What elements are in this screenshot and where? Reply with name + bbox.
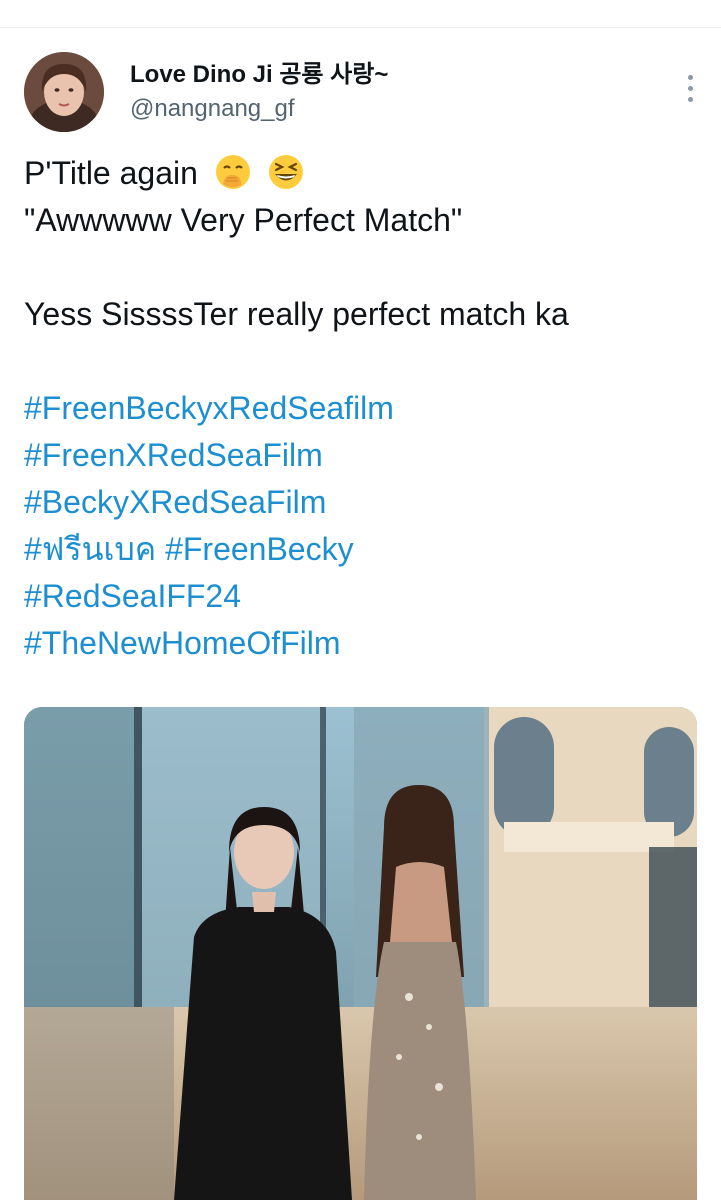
hashtag-link[interactable]: #FreenBecky bbox=[165, 531, 354, 567]
avatar[interactable] bbox=[24, 52, 104, 132]
hashtag-link[interactable]: #FreenBeckyxRedSeafilm bbox=[24, 385, 704, 432]
tweet-line-3: Yess SissssTer really perfect match ka bbox=[24, 296, 569, 332]
tweet-header: Love Dino Ji 공룡 사랑~ @nangnang_gf bbox=[24, 52, 704, 132]
more-dot bbox=[687, 96, 693, 102]
top-divider bbox=[0, 27, 721, 28]
author-handle[interactable]: @nangnang_gf bbox=[130, 94, 295, 124]
tweet-line-1-text: P'Title again bbox=[24, 155, 198, 191]
author-display-name[interactable]: Love Dino Ji 공룡 사랑~ bbox=[130, 60, 388, 90]
hashtag-link[interactable]: #ฟรีนเบค bbox=[24, 531, 156, 567]
more-options-icon[interactable] bbox=[676, 68, 704, 108]
more-dot bbox=[687, 74, 693, 80]
hand-over-mouth-emoji bbox=[215, 154, 251, 203]
tweet-text: P'Title again "Awwwww Very Perfect Match… bbox=[24, 150, 704, 667]
tweet-line-1: P'Title again bbox=[24, 150, 704, 197]
hashtag-link[interactable]: #BeckyXRedSeaFilm bbox=[24, 479, 704, 526]
hashtag-line: #ฟรีนเบค #FreenBecky bbox=[24, 526, 704, 573]
more-dot bbox=[687, 85, 693, 91]
tweet-media-photo[interactable] bbox=[24, 707, 697, 1200]
grinning-squinting-face-emoji bbox=[268, 154, 304, 203]
hashtag-link[interactable]: #TheNewHomeOfFilm bbox=[24, 620, 704, 667]
hashtag-link[interactable]: #FreenXRedSeaFilm bbox=[24, 432, 704, 479]
avatar-image bbox=[24, 52, 104, 132]
hashtag-link[interactable]: #RedSeaIFF24 bbox=[24, 573, 704, 620]
tweet-line-2: "Awwwww Very Perfect Match" bbox=[24, 202, 463, 238]
photo-scene bbox=[24, 707, 697, 1200]
